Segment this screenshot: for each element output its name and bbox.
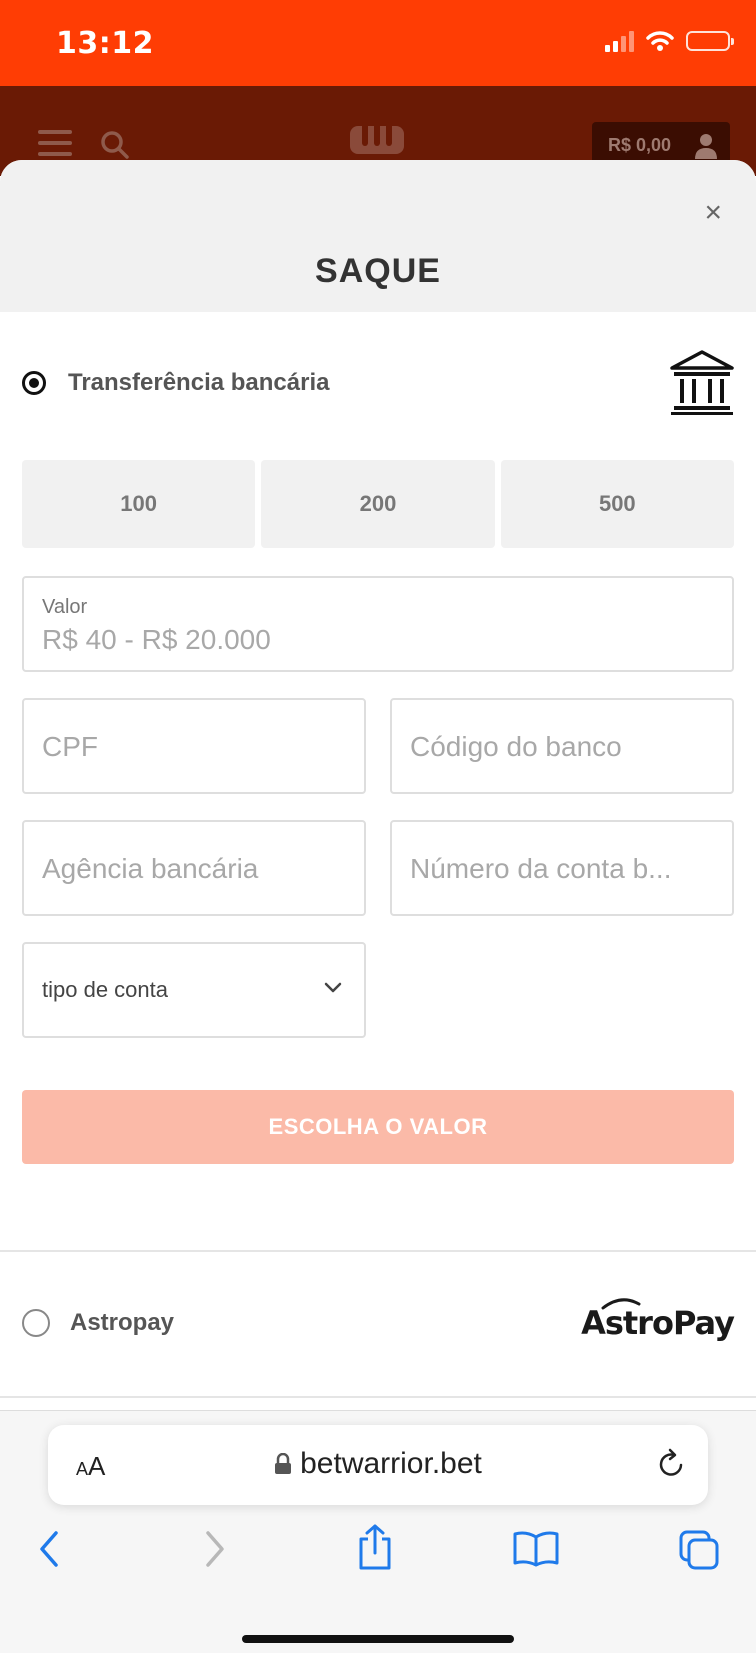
balance-amount: R$ 0,00 — [608, 134, 672, 155]
divider — [0, 1250, 756, 1252]
bookmarks-icon[interactable] — [512, 1531, 560, 1567]
preset-200[interactable]: 200 — [261, 460, 495, 548]
method-label: Transferência bancária — [68, 369, 330, 396]
menu-icon[interactable] — [38, 130, 72, 163]
agency-input[interactable] — [42, 853, 352, 885]
choose-amount-button[interactable]: ESCOLHA O VALOR — [22, 1090, 734, 1164]
back-icon[interactable] — [36, 1529, 62, 1569]
lock-icon — [275, 1453, 292, 1474]
wifi-icon — [646, 31, 674, 51]
bank-icon — [670, 350, 734, 415]
preset-500[interactable]: 500 — [500, 460, 734, 548]
account-type-select[interactable]: tipo de conta — [22, 942, 366, 1038]
bank-code-input[interactable] — [410, 731, 720, 763]
amount-field[interactable]: Valor — [22, 576, 734, 672]
divider — [0, 1396, 756, 1398]
tabs-icon[interactable] — [678, 1529, 720, 1571]
battery-icon — [686, 31, 734, 51]
agency-field[interactable] — [22, 820, 366, 916]
status-time: 13:12 — [56, 26, 154, 61]
search-icon[interactable] — [100, 130, 130, 160]
cpf-input[interactable] — [42, 731, 352, 763]
preset-amounts: 100 200 500 — [22, 460, 734, 548]
close-icon[interactable]: × — [704, 198, 722, 228]
withdraw-modal: × SAQUE Transferência bancária 100 200 5… — [0, 160, 756, 1410]
status-icons — [605, 30, 734, 52]
method-bank-transfer[interactable]: Transferência bancária — [22, 350, 734, 416]
astropay-arc-icon — [601, 1298, 641, 1310]
method-astropay[interactable]: Astropay AstroPay — [22, 1298, 735, 1342]
reload-icon[interactable] — [656, 1447, 686, 1479]
amount-label: Valor — [42, 596, 88, 618]
chevron-down-icon — [324, 982, 342, 993]
forward-icon[interactable] — [202, 1529, 228, 1569]
bank-code-field[interactable] — [390, 698, 734, 794]
browser-bar: AA betwarrior.bet — [0, 1410, 756, 1653]
cpf-field[interactable] — [22, 698, 366, 794]
user-icon — [695, 134, 717, 159]
radio-bank-transfer[interactable] — [22, 371, 46, 395]
address-bar[interactable]: AA betwarrior.bet — [48, 1425, 708, 1505]
astropay-logo: AstroPay — [581, 1298, 735, 1342]
url-display[interactable]: betwarrior.bet — [48, 1447, 708, 1481]
radio-astropay[interactable] — [22, 1309, 50, 1337]
method-label: Astropay — [70, 1309, 175, 1336]
share-icon[interactable] — [356, 1523, 394, 1571]
account-number-field[interactable] — [390, 820, 734, 916]
account-number-input[interactable] — [410, 853, 720, 885]
logo-icon[interactable] — [348, 122, 406, 156]
modal-title: SAQUE — [315, 252, 441, 290]
url-text: betwarrior.bet — [300, 1447, 482, 1480]
home-indicator — [242, 1635, 514, 1643]
account-type-value: tipo de conta — [42, 977, 168, 1002]
amount-input[interactable] — [42, 624, 702, 656]
signal-icon — [605, 30, 634, 52]
modal-header: × SAQUE — [0, 160, 756, 312]
status-bar: 13:12 — [0, 0, 756, 86]
browser-toolbar — [0, 1524, 756, 1589]
preset-100[interactable]: 100 — [22, 460, 256, 548]
